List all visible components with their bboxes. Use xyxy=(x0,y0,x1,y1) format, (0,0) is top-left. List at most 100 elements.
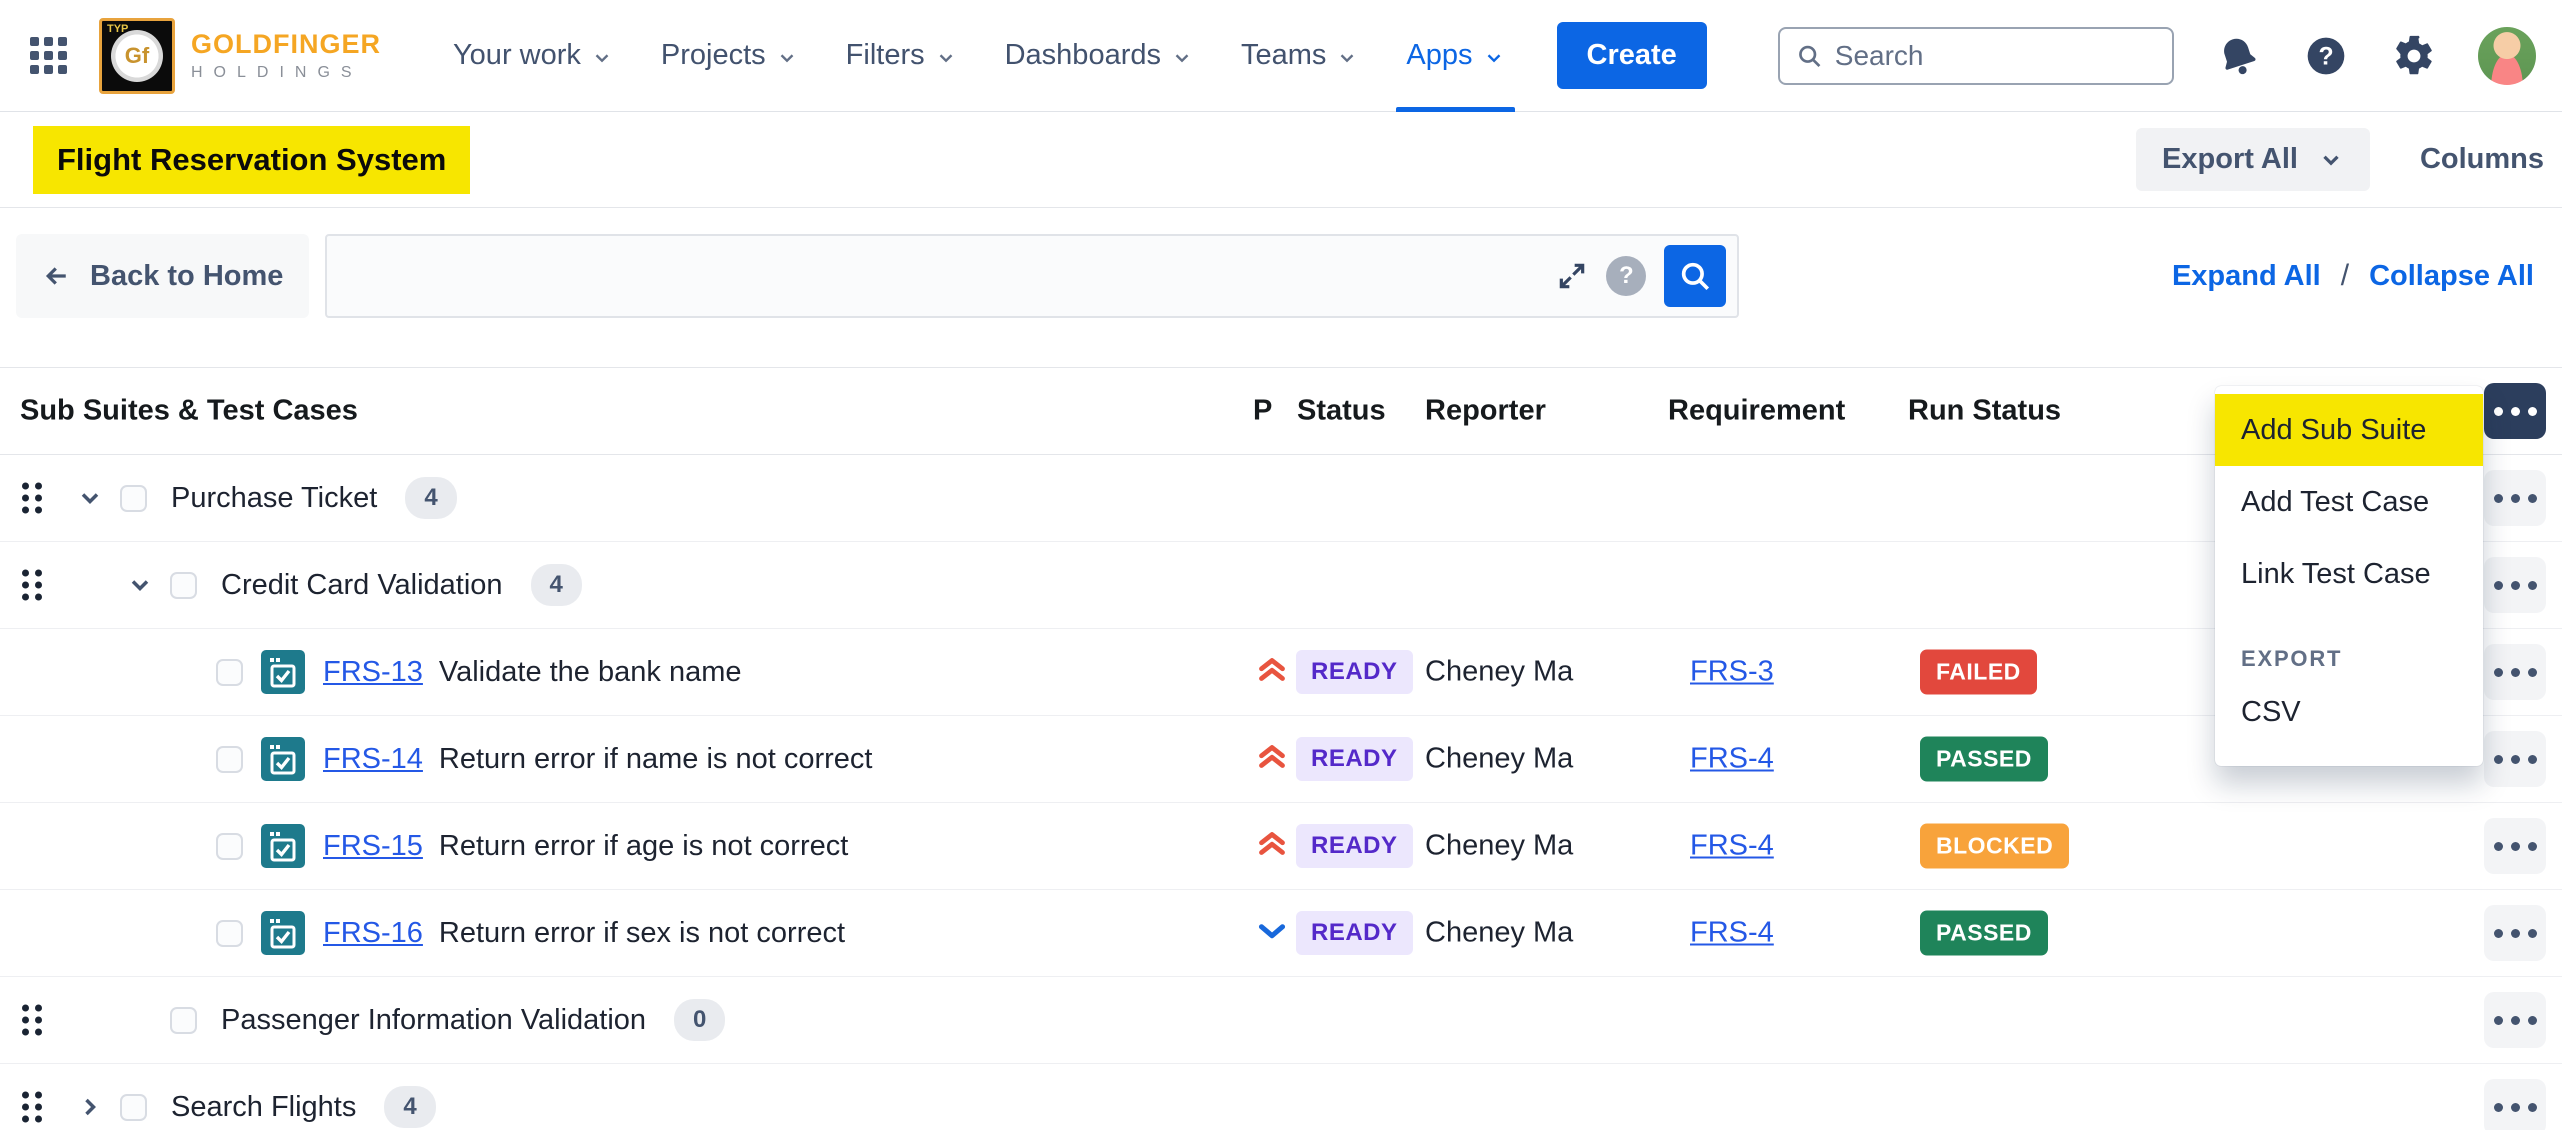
settings-gear-icon[interactable] xyxy=(2390,32,2438,80)
run-filter-search-button[interactable] xyxy=(1664,245,1726,307)
row-more-button[interactable] xyxy=(2484,470,2546,526)
requirement-link[interactable]: FRS-3 xyxy=(1690,656,1774,689)
row-checkbox[interactable] xyxy=(216,920,243,947)
logo-line2: HOLDINGS xyxy=(191,64,381,82)
svg-text:?: ? xyxy=(2318,43,2333,70)
test-case-key-link[interactable]: FRS-13 xyxy=(323,656,423,689)
chevron-down-icon xyxy=(591,47,613,69)
menu-filters-label: Filters xyxy=(846,39,925,72)
row-checkbox[interactable] xyxy=(120,1094,147,1121)
collapse-chevron-icon[interactable] xyxy=(74,484,106,512)
row-more-button[interactable] xyxy=(2484,731,2546,787)
table-row: Purchase Ticket 4 xyxy=(0,455,2562,542)
back-to-home-button[interactable]: Back to Home xyxy=(16,234,309,318)
export-all-button[interactable]: Export All xyxy=(2136,128,2370,191)
menu-dashboards-label: Dashboards xyxy=(1005,39,1161,72)
column-requirement: Requirement xyxy=(1668,395,1845,428)
menu-teams[interactable]: Teams xyxy=(1217,0,1382,112)
menu-apps[interactable]: Apps xyxy=(1382,0,1528,112)
menu-teams-label: Teams xyxy=(1241,39,1326,72)
column-run-status: Run Status xyxy=(1908,395,2061,428)
logo-wordmark: GOLDFINGER HOLDINGS xyxy=(191,29,381,82)
run-status-badge: FAILED xyxy=(1920,650,2037,695)
suite-name[interactable]: Purchase Ticket xyxy=(171,482,377,515)
row-checkbox[interactable] xyxy=(216,746,243,773)
logo-aperture-icon: Gf xyxy=(111,30,163,82)
row-more-button[interactable] xyxy=(2484,1079,2546,1130)
app-switcher-icon[interactable] xyxy=(26,33,71,78)
status-badge: READY xyxy=(1296,824,1413,868)
column-sub-suites: Sub Suites & Test Cases xyxy=(20,395,358,428)
test-case-summary[interactable]: Return error if sex is not correct xyxy=(439,917,845,950)
menu-item-link-test-case[interactable]: Link Test Case xyxy=(2215,538,2483,610)
requirement-link[interactable]: FRS-4 xyxy=(1690,830,1774,863)
row-more-button[interactable] xyxy=(2484,992,2546,1048)
row-more-button[interactable] xyxy=(2484,818,2546,874)
test-case-key-link[interactable]: FRS-16 xyxy=(323,917,423,950)
export-all-label: Export All xyxy=(2162,143,2298,176)
chevron-down-icon xyxy=(1483,47,1505,69)
menu-item-csv[interactable]: CSV xyxy=(2215,680,2483,744)
chevron-down-icon xyxy=(1336,47,1358,69)
menu-your-work-label: Your work xyxy=(453,39,581,72)
test-case-summary[interactable]: Return error if age is not correct xyxy=(439,830,848,863)
menu-filters[interactable]: Filters xyxy=(822,0,981,112)
row-more-button[interactable] xyxy=(2484,557,2546,613)
global-search[interactable] xyxy=(1778,27,2174,85)
notifications-bell-icon[interactable] xyxy=(2214,32,2262,80)
columns-button[interactable]: Columns xyxy=(2420,143,2544,176)
collapse-all-link[interactable]: Collapse All xyxy=(2369,260,2534,293)
menu-item-add-test-case[interactable]: Add Test Case xyxy=(2215,466,2483,538)
test-case-icon xyxy=(261,650,305,694)
expand-all-link[interactable]: Expand All xyxy=(2172,260,2321,293)
menu-your-work[interactable]: Your work xyxy=(429,0,637,112)
row-checkbox[interactable] xyxy=(170,1007,197,1034)
requirement-link[interactable]: FRS-4 xyxy=(1690,743,1774,776)
suite-name[interactable]: Passenger Information Validation xyxy=(221,1004,646,1037)
menu-apps-label: Apps xyxy=(1406,39,1472,72)
suite-name[interactable]: Credit Card Validation xyxy=(221,569,503,602)
test-case-key-link[interactable]: FRS-14 xyxy=(323,743,423,776)
menu-projects[interactable]: Projects xyxy=(637,0,822,112)
chevron-down-icon xyxy=(1171,47,1193,69)
test-case-summary[interactable]: Return error if name is not correct xyxy=(439,743,873,776)
row-checkbox[interactable] xyxy=(170,572,197,599)
priority-highest-icon xyxy=(1254,652,1290,693)
user-avatar[interactable] xyxy=(2478,27,2536,85)
syntax-help-icon[interactable]: ? xyxy=(1606,256,1646,296)
table-row: FRS-16 Return error if sex is not correc… xyxy=(0,890,2562,977)
row-more-button[interactable] xyxy=(2484,905,2546,961)
create-button[interactable]: Create xyxy=(1557,22,1707,89)
test-case-key-link[interactable]: FRS-15 xyxy=(323,830,423,863)
menu-dashboards[interactable]: Dashboards xyxy=(981,0,1217,112)
run-status-badge: BLOCKED xyxy=(1920,824,2069,869)
priority-highest-icon xyxy=(1254,826,1290,867)
chevron-down-icon xyxy=(776,47,798,69)
help-icon[interactable]: ? xyxy=(2302,32,2350,80)
table-row: FRS-13 Validate the bank name READY Chen… xyxy=(0,629,2562,716)
logo-badge-text: TYP xyxy=(107,23,128,35)
global-search-input[interactable] xyxy=(1835,40,2156,72)
page-title: Flight Reservation System xyxy=(33,126,470,194)
suite-name[interactable]: Search Flights xyxy=(171,1091,356,1124)
expand-chevron-icon[interactable] xyxy=(74,1093,106,1121)
expand-collapse-links: Expand All / Collapse All xyxy=(2172,234,2536,318)
goldfinger-logo[interactable]: TYP Gf GOLDFINGER HOLDINGS xyxy=(99,18,381,94)
expand-editor-icon[interactable] xyxy=(1556,260,1588,292)
requirement-link[interactable]: FRS-4 xyxy=(1690,917,1774,950)
logo-monogram: Gf xyxy=(125,43,149,69)
test-case-icon xyxy=(261,737,305,781)
search-icon xyxy=(1678,259,1712,293)
row-checkbox[interactable] xyxy=(216,833,243,860)
collapse-chevron-icon[interactable] xyxy=(124,571,156,599)
row-checkbox[interactable] xyxy=(216,659,243,686)
back-to-home-label: Back to Home xyxy=(90,260,283,293)
row-checkbox[interactable] xyxy=(120,485,147,512)
separator: / xyxy=(2341,259,2349,293)
row-more-button[interactable] xyxy=(2484,644,2546,700)
case-count-badge: 4 xyxy=(531,564,582,606)
test-case-summary[interactable]: Validate the bank name xyxy=(439,656,742,689)
menu-item-add-sub-suite[interactable]: Add Sub Suite xyxy=(2215,394,2483,466)
filter-query-input[interactable] xyxy=(349,260,1538,292)
suite-actions-more-button[interactable] xyxy=(2484,383,2546,439)
